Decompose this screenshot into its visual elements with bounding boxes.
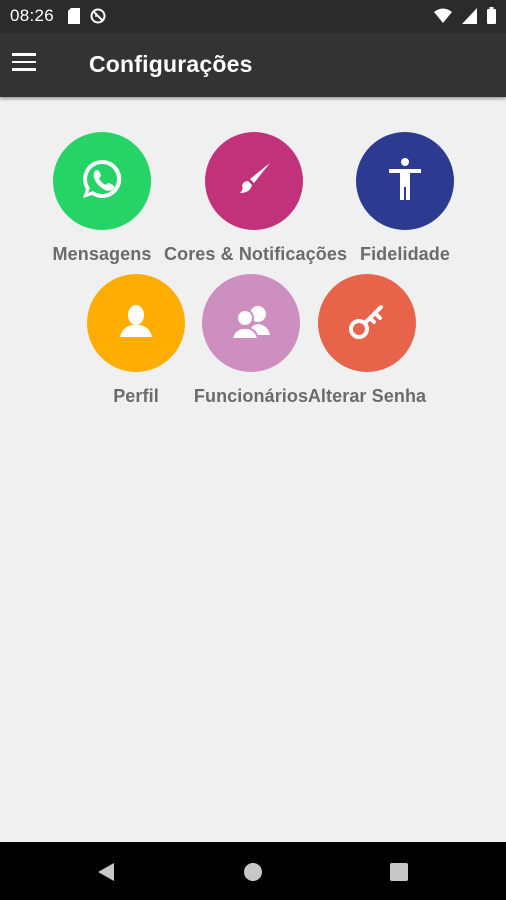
status-time: 08:26 xyxy=(10,6,55,25)
signal-icon xyxy=(462,7,477,29)
hamburger-icon-line xyxy=(12,53,36,56)
sd-card-icon xyxy=(68,8,80,29)
home-icon[interactable] xyxy=(243,862,263,887)
accessibility-icon xyxy=(385,157,425,206)
status-bar: 08:26 xyxy=(0,0,506,33)
key-icon xyxy=(345,299,389,348)
person-icon xyxy=(116,301,156,346)
tile-label-fidelidade: Fidelidade xyxy=(359,244,450,264)
paintbrush-icon xyxy=(234,159,274,204)
back-icon[interactable] xyxy=(96,862,116,887)
app-bar: Configurações xyxy=(0,33,506,97)
hamburger-icon-line xyxy=(12,68,36,71)
battery-icon xyxy=(487,7,496,29)
wifi-icon xyxy=(434,8,452,29)
group-icon xyxy=(228,301,274,346)
fidelidade-circle[interactable] xyxy=(356,132,454,230)
cores-circle[interactable] xyxy=(205,132,303,230)
do-not-disturb-icon xyxy=(90,8,106,29)
hamburger-icon-line xyxy=(12,60,36,63)
alterar-senha-circle[interactable] xyxy=(318,274,416,372)
navigation-bar xyxy=(0,842,506,900)
recents-icon[interactable] xyxy=(389,862,409,887)
menu-button[interactable] xyxy=(12,53,38,77)
page-title: Configurações xyxy=(89,51,253,77)
whatsapp-icon xyxy=(80,157,124,206)
mensagens-circle[interactable] xyxy=(53,132,151,230)
tile-fidelidade[interactable]: Fidelidade xyxy=(315,132,495,265)
tile-label-alterar-senha: Alterar Senha xyxy=(307,386,427,406)
tile-alterar-senha[interactable]: Alterar Senha xyxy=(277,274,457,407)
